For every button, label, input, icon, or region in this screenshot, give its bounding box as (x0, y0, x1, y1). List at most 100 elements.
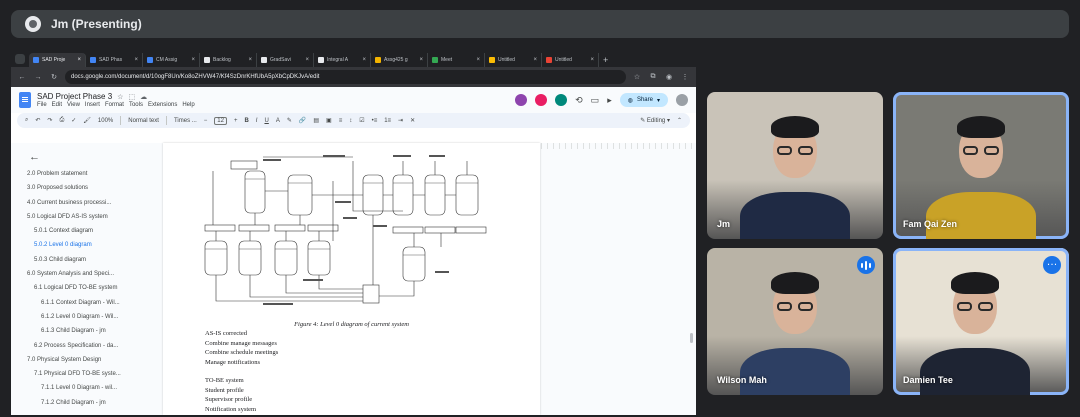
url-field[interactable]: docs.google.com/document/d/10ogF8Un/Ko8o… (65, 70, 626, 84)
undo-icon[interactable]: ↶ (35, 117, 40, 124)
share-button[interactable]: ◍ Share ▾ (619, 93, 668, 107)
menu-format[interactable]: Format (105, 102, 124, 108)
checklist-icon[interactable]: ☑ (359, 117, 364, 124)
menu-extensions[interactable]: Extensions (148, 102, 177, 108)
docs-logo-icon[interactable] (19, 92, 31, 108)
clear-format-icon[interactable]: ✕ (410, 117, 415, 124)
font-select[interactable]: Times ... (174, 118, 197, 124)
text-color-icon[interactable]: A (276, 118, 280, 124)
menu-insert[interactable]: Insert (85, 102, 100, 108)
image-icon[interactable]: ▣ (326, 117, 332, 124)
tab-close-icon[interactable]: × (248, 57, 252, 63)
browser-tab[interactable]: Integral A × (314, 53, 371, 67)
link-icon[interactable]: 🔗 (299, 117, 306, 124)
tab-close-icon[interactable]: × (590, 57, 594, 63)
outline-item[interactable]: 3.0 Proposed solutions (27, 181, 161, 195)
new-tab-icon[interactable]: + (603, 55, 608, 65)
line-spacing-icon[interactable]: ↕ (349, 118, 352, 124)
outline-item[interactable]: 5.0 Logical DFD AS-IS system (27, 210, 161, 224)
tab-close-icon[interactable]: × (533, 57, 537, 63)
highlight-icon[interactable]: ✎ (287, 117, 292, 124)
back-icon[interactable]: ← (17, 74, 27, 81)
outline-item[interactable]: 4.0 Current business processi... (27, 196, 161, 210)
outline-item[interactable]: 6.1.2 Level 0 Diagram - Wil... (27, 310, 161, 324)
reload-icon[interactable]: ↻ (49, 73, 59, 81)
tab-close-icon[interactable]: × (362, 57, 366, 63)
tab-close-icon[interactable]: × (191, 57, 195, 63)
star-icon[interactable]: ☆ (117, 93, 123, 101)
profile-icon[interactable]: ◉ (664, 73, 674, 81)
extensions-icon[interactable]: ⧉ (648, 73, 658, 81)
outline-item[interactable]: 5.0.2 Level 0 diagram (27, 238, 161, 252)
tab-search-button[interactable] (15, 54, 25, 64)
move-folder-icon[interactable]: ⬚ (128, 93, 135, 101)
outline-item[interactable]: 7.0 Physical System Design (27, 353, 161, 367)
outline-item[interactable]: 6.1 Logical DFD TO-BE system (27, 281, 161, 295)
document-title[interactable]: SAD Project Phase 3 (37, 92, 112, 101)
editing-mode-select[interactable]: ✎ Editing ▾ (640, 117, 670, 124)
document-scrollbar[interactable] (690, 333, 693, 343)
outline-item[interactable]: 6.1.3 Child Diagram - jm (27, 324, 161, 338)
bold-icon[interactable]: B (244, 118, 248, 124)
outline-item[interactable]: 7.1.2 Child Diagram - jm (27, 396, 161, 410)
align-icon[interactable]: ≡ (339, 118, 343, 124)
paint-format-icon[interactable]: 🖌 (83, 117, 91, 124)
outline-back-icon[interactable]: ← (29, 151, 161, 163)
numbered-list-icon[interactable]: 1≡ (384, 118, 391, 124)
zoom-select[interactable]: 100% (98, 118, 113, 124)
participant-tile[interactable]: Damien Tee… (893, 248, 1069, 395)
browser-tab[interactable]: Meet × (428, 53, 485, 67)
outline-item[interactable]: 5.0.1 Context diagram (27, 224, 161, 238)
font-size-input[interactable]: 12 (214, 116, 227, 125)
browser-tab[interactable]: SAD Phas × (86, 53, 143, 67)
outline-item[interactable]: 7.1 Physical DFD TO-BE syste... (27, 367, 161, 381)
search-menus-icon[interactable]: ⌕ (25, 117, 28, 124)
menu-tools[interactable]: Tools (129, 102, 143, 108)
print-icon[interactable]: ⎙ (59, 117, 64, 124)
more-options-icon[interactable]: … (1043, 256, 1061, 274)
menu-view[interactable]: View (67, 102, 80, 108)
outline-item[interactable]: 6.1.1 Context Diagram - Wil... (27, 296, 161, 310)
comments-icon[interactable]: ▭ (591, 95, 600, 106)
indent-icon[interactable]: ⇥ (398, 117, 403, 124)
tab-close-icon[interactable]: × (134, 57, 138, 63)
outline-item[interactable]: 2.0 Problem statement (27, 167, 161, 181)
collapse-toolbar-icon[interactable]: ⌃ (677, 117, 682, 124)
bullet-list-icon[interactable]: •≡ (372, 118, 378, 124)
participant-tile[interactable]: Jm (707, 92, 883, 239)
outline-item[interactable]: 6.0 System Analysis and Speci... (27, 267, 161, 281)
outline-item[interactable]: 7.1.1 Level 0 Diagram - wil... (27, 381, 161, 395)
comment-icon[interactable]: ▤ (313, 117, 319, 124)
redo-icon[interactable]: ↷ (47, 117, 52, 124)
forward-icon[interactable]: → (33, 74, 43, 81)
cloud-status-icon[interactable]: ☁ (140, 93, 147, 101)
participant-tile[interactable]: Fam Qai Zen (893, 92, 1069, 239)
underline-icon[interactable]: U (264, 118, 268, 124)
tab-close-icon[interactable]: × (77, 57, 81, 63)
decrease-font-icon[interactable]: − (204, 118, 208, 124)
account-avatar[interactable] (676, 94, 688, 106)
outline-item[interactable]: 5.0.3 Child diagram (27, 253, 161, 267)
history-icon[interactable]: ⟲ (575, 95, 583, 106)
browser-tab[interactable]: GradSavi × (257, 53, 314, 67)
browser-tab[interactable]: Untitled × (542, 53, 599, 67)
increase-font-icon[interactable]: + (234, 118, 238, 124)
browser-tab[interactable]: CM Assig × (143, 53, 200, 67)
tab-close-icon[interactable]: × (476, 57, 480, 63)
meet-call-icon[interactable]: ▸ (607, 95, 612, 106)
italic-icon[interactable]: I (256, 118, 258, 124)
menu-edit[interactable]: Edit (52, 102, 62, 108)
bookmark-star-icon[interactable]: ☆ (632, 73, 642, 81)
style-select[interactable]: Normal text (128, 118, 159, 124)
collaborator-avatar[interactable] (515, 94, 528, 106)
browser-tab[interactable]: SAD Proje × (29, 53, 86, 67)
menu-file[interactable]: File (37, 102, 47, 108)
browser-tab[interactable]: Untitled × (485, 53, 542, 67)
document-page[interactable]: Figure 4: Level 0 diagram of current sys… (163, 143, 540, 415)
tab-close-icon[interactable]: × (419, 57, 423, 63)
menu-help[interactable]: Help (182, 102, 194, 108)
spellcheck-icon[interactable]: ✓ (71, 117, 76, 124)
browser-tab[interactable]: Backlog × (200, 53, 257, 67)
participant-tile[interactable]: Wilson Mah (707, 248, 883, 395)
outline-item[interactable]: 6.2 Process Specification - da... (27, 339, 161, 353)
